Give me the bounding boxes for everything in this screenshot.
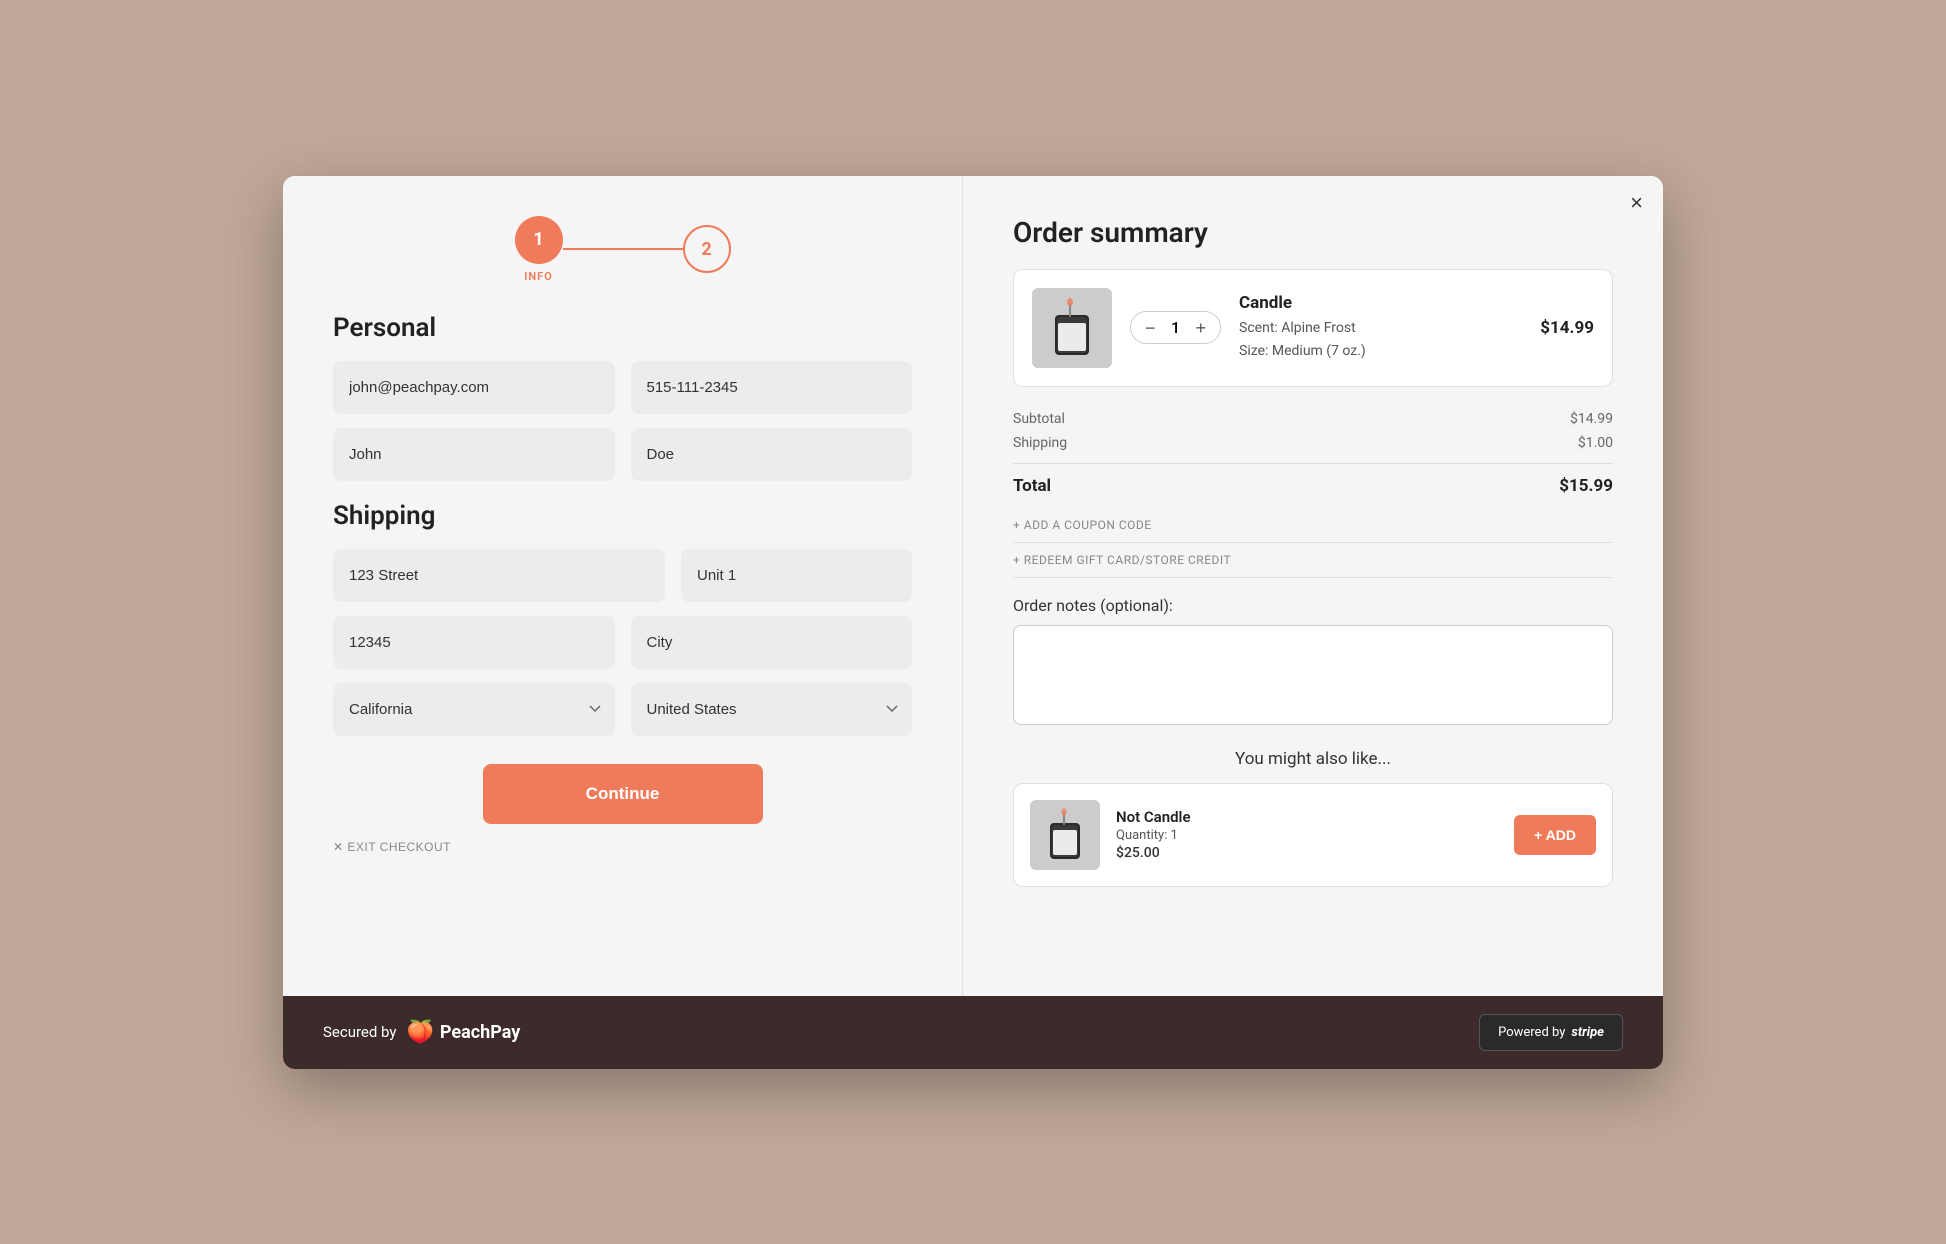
stepper: 1 INFO 2 [333,216,912,283]
step-1-wrapper: 1 INFO [515,216,563,283]
state-select[interactable]: California New York Texas Florida [333,683,615,736]
step-2-wrapper: 2 [683,225,731,273]
totals-section: Subtotal $14.99 Shipping $1.00 Total $15… [1013,407,1613,508]
upsell-add-button[interactable]: + ADD [1514,815,1596,855]
upsell-image [1030,800,1100,870]
upsell-card: Not Candle Quantity: 1 $25.00 + ADD [1013,783,1613,887]
stripe-badge: Powered by stripe [1479,1014,1623,1051]
shipping-row: Shipping $1.00 [1013,435,1613,451]
secured-label: Secured by [323,1023,397,1041]
stripe-brand-label: stripe [1571,1025,1604,1040]
shipping-value: $1.00 [1578,435,1613,451]
personal-row-2 [333,428,912,481]
step-2-number: 2 [701,239,711,260]
personal-row-1 [333,361,912,414]
total-row: Total $15.99 [1013,463,1613,496]
email-field[interactable] [333,361,615,414]
step-2-circle: 2 [683,225,731,273]
peachpay-logo: 🍑 PeachPay [407,1020,521,1045]
upsell-price: $25.00 [1116,845,1498,861]
peachpay-text: PeachPay [440,1022,520,1043]
address-field[interactable] [333,549,665,602]
country-select[interactable]: United States Canada United Kingdom [631,683,913,736]
order-summary-title: Order summary [1013,216,1613,249]
zip-field[interactable] [333,616,615,669]
shipping-row-2 [333,616,912,669]
footer-left: Secured by 🍑 PeachPay [323,1020,520,1045]
upsell-qty: Quantity: 1 [1116,828,1498,843]
step-1-circle: 1 [515,216,563,264]
notes-label: Order notes (optional): [1013,596,1613,615]
peachpay-icon: 🍑 [407,1020,434,1045]
exit-checkout-button[interactable]: ✕ EXIT CHECKOUT [333,840,451,854]
upsell-info: Not Candle Quantity: 1 $25.00 [1116,808,1498,861]
subtotal-label: Subtotal [1013,411,1065,427]
coupon-link[interactable]: + ADD A COUPON CODE [1013,508,1613,543]
total-label: Total [1013,476,1051,496]
phone-field[interactable] [631,361,913,414]
also-like-title: You might also like... [1013,749,1613,769]
close-button[interactable]: × [1630,192,1643,214]
personal-title: Personal [333,313,912,343]
city-field[interactable] [631,616,913,669]
first-name-field[interactable] [333,428,615,481]
shipping-title: Shipping [333,501,912,531]
product-size: Size: Medium (7 oz.) [1239,340,1522,362]
subtotal-value: $14.99 [1570,411,1613,427]
product-price: $14.99 [1540,318,1594,338]
product-image [1032,288,1112,368]
total-value: $15.99 [1559,476,1613,496]
upsell-name: Not Candle [1116,808,1498,826]
checkout-modal: × 1 INFO 2 Personal [283,176,1663,1069]
modal-footer: Secured by 🍑 PeachPay Powered by stripe [283,996,1663,1069]
shipping-label: Shipping [1013,435,1067,451]
left-panel: 1 INFO 2 Personal [283,176,963,996]
candle-icon [1047,295,1097,360]
product-name: Candle [1239,293,1522,313]
gift-link[interactable]: + REDEEM GIFT CARD/STORE CREDIT [1013,543,1613,578]
quantity-control: − 1 + [1130,311,1221,344]
notes-textarea[interactable] [1013,625,1613,725]
right-panel: Order summary − 1 + [963,176,1663,996]
unit-field[interactable] [681,549,912,602]
product-card: − 1 + Candle Scent: Alpine Frost Size: M… [1013,269,1613,387]
upsell-candle-icon [1044,807,1086,863]
step-1-number: 1 [533,229,543,250]
stripe-powered-label: Powered by [1498,1025,1565,1040]
quantity-value: 1 [1168,318,1184,337]
shipping-row-3: California New York Texas Florida United… [333,683,912,736]
step-1-label: INFO [524,270,553,283]
subtotal-row: Subtotal $14.99 [1013,411,1613,427]
product-scent: Scent: Alpine Frost [1239,317,1522,339]
step-connector [563,248,683,250]
last-name-field[interactable] [631,428,913,481]
continue-button[interactable]: Continue [483,764,763,824]
product-info: Candle Scent: Alpine Frost Size: Medium … [1239,293,1522,362]
quantity-decrease-button[interactable]: − [1145,319,1156,337]
quantity-increase-button[interactable]: + [1196,319,1207,337]
shipping-row-1 [333,549,912,602]
